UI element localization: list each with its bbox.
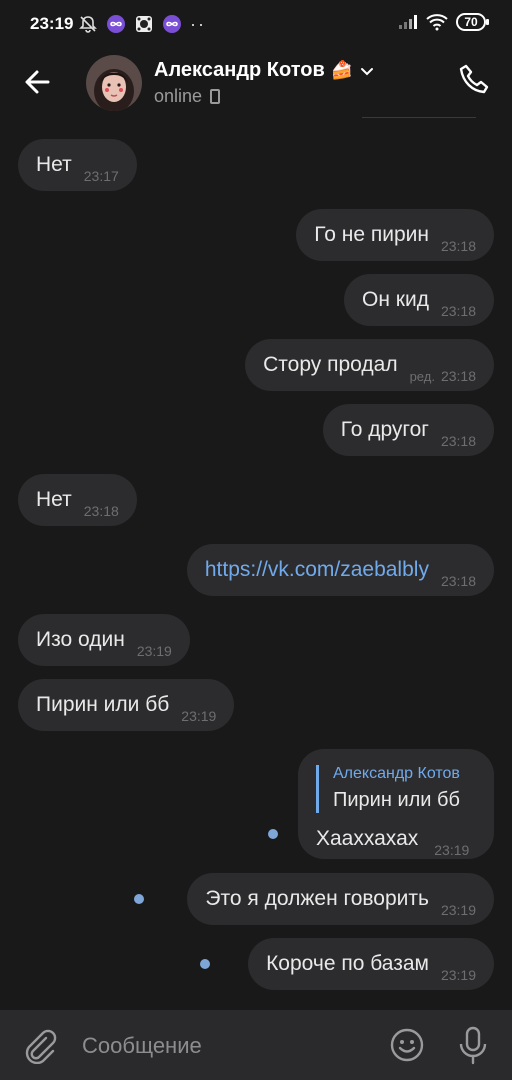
message-time: 23:18 [440, 368, 476, 384]
message-text: Он кид [362, 288, 429, 311]
message-bubble[interactable]: Го другог 23:18 [322, 404, 494, 456]
chevron-down-icon [361, 67, 374, 75]
unread-indicator [134, 894, 144, 904]
message-time: 23:18 [440, 433, 476, 449]
message-bubble[interactable]: Он кид 23:18 [344, 274, 494, 326]
message-body: Хааххахах 23:19 [316, 827, 476, 858]
notification-icons: ·· [78, 14, 206, 34]
battery-icon: 70 [456, 13, 489, 31]
more-notifications-icon: ·· [190, 14, 206, 34]
message-bubble[interactable]: Изо один 23:19 [18, 614, 190, 666]
wifi-icon [426, 14, 448, 31]
message-time: 23:18 [440, 238, 476, 254]
phone-call-icon[interactable] [454, 60, 494, 100]
reply-author: Александр Котов [333, 765, 460, 782]
message-text: Хааххахах [316, 827, 419, 850]
message-time: 23:18 [83, 503, 119, 519]
signal-icon [399, 15, 417, 29]
unread-indicator [268, 829, 278, 839]
muted-bell-icon [79, 16, 97, 33]
divider [362, 117, 476, 118]
message-text: Нет [36, 488, 72, 511]
contact-name[interactable]: Александр Котов 🍰 [154, 59, 375, 82]
status-text: online [154, 86, 203, 106]
message-text: Нет [36, 153, 72, 176]
message-input[interactable] [80, 1024, 374, 1068]
app-notification-icon-2 [163, 15, 181, 33]
message-link[interactable]: https://vk.com/zaebalbly [205, 558, 429, 582]
status-time: 23:19 [30, 14, 74, 33]
message-text: Стору продал [263, 353, 398, 376]
message-bubble[interactable]: Го не пирин 23:18 [296, 209, 494, 261]
message-time: 23:19 [440, 902, 476, 918]
message-text: Го другог [340, 418, 429, 441]
message-time: 23:19 [440, 967, 476, 983]
contact-status: online [154, 86, 221, 107]
message-bubble[interactable]: Нет 23:17 [18, 139, 137, 191]
emoji-icon[interactable] [388, 1026, 426, 1064]
reply-text: Пирин или бб [333, 789, 460, 811]
avatar[interactable] [86, 55, 142, 111]
edited-label: ред. [409, 369, 435, 384]
mobile-device-icon [210, 89, 221, 104]
message-time: 23:19 [136, 643, 172, 659]
message-time: 23:19 [434, 842, 470, 858]
contact-name-text: Александр Котов [154, 59, 325, 81]
app-square-icon [136, 16, 152, 32]
message-bubble[interactable]: Это я должен говорить 23:19 [187, 873, 494, 925]
message-text: Пирин или бб [36, 693, 170, 716]
unread-indicator [200, 959, 210, 969]
cake-emoji-icon: 🍰 [330, 60, 354, 80]
reply-message-bubble[interactable]: Александр Котов Пирин или бб Хааххахах 23… [298, 749, 494, 859]
chat-header: Александр Котов 🍰 online [0, 48, 512, 116]
message-text: Это я должен говорить [205, 887, 429, 910]
app-notification-icon [107, 15, 125, 33]
message-list[interactable]: Нет 23:17 Го не пирин 23:18 Он кид 23:18 Ст… [0, 120, 512, 1010]
message-bubble[interactable]: Стору продал ред. 23:18 [245, 339, 494, 391]
message-time: 23:18 [440, 573, 476, 589]
message-bubble[interactable]: https://vk.com/zaebalbly 23:18 [186, 544, 494, 596]
message-bubble[interactable]: Пирин или бб 23:19 [18, 679, 235, 731]
message-text: Изо один [36, 628, 125, 651]
status-bar: 23:19 ·· 70 [0, 0, 512, 48]
message-text: Короче по базам [266, 952, 429, 975]
message-bubble[interactable]: Нет 23:18 [18, 474, 137, 526]
message-composer [0, 1010, 512, 1080]
status-indicators: 70 [398, 13, 489, 31]
message-time: 23:17 [83, 168, 119, 184]
reply-quote[interactable]: Александр Котов Пирин или бб [316, 765, 476, 813]
microphone-icon[interactable] [454, 1024, 492, 1066]
back-arrow-icon[interactable] [18, 60, 62, 104]
message-time: 23:18 [440, 303, 476, 319]
message-bubble[interactable]: Короче по базам 23:19 [248, 938, 494, 990]
message-time: 23:19 [181, 708, 217, 724]
paperclip-icon[interactable] [20, 1026, 58, 1064]
message-text: Го не пирин [314, 223, 429, 246]
